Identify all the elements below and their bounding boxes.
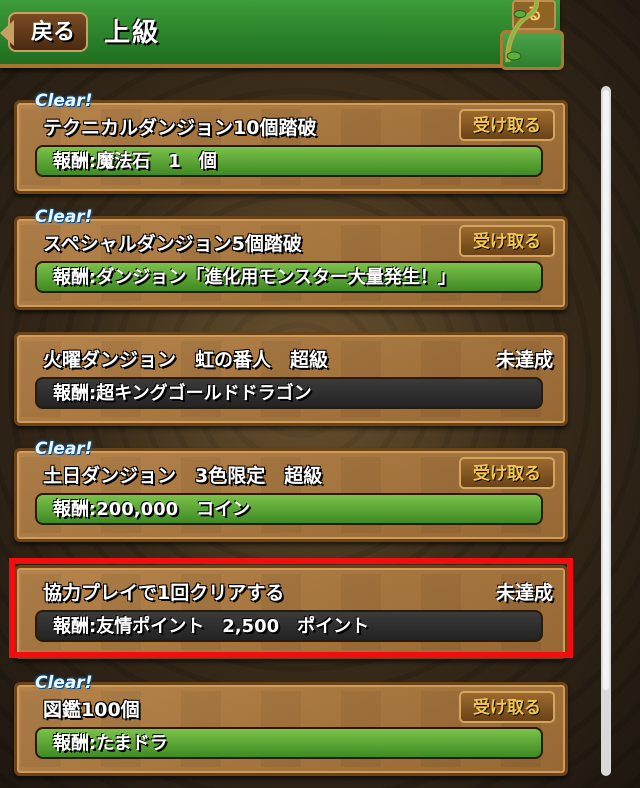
mission-title: スペシャルダンジョン5個踏破 xyxy=(43,233,302,255)
clear-badge: Clear! xyxy=(35,673,93,693)
page-title: 上級 xyxy=(104,18,161,48)
claim-button[interactable]: 受け取る xyxy=(459,109,555,141)
reward-bar: 報酬:ダンジョン「進化用モンスター大量発生！」 xyxy=(35,261,543,293)
scrollbar-thumb[interactable] xyxy=(603,90,609,690)
mission-card: Clear! テクニカルダンジョン10個踏破 受け取る 報酬:魔法石 1 個 xyxy=(14,91,568,194)
mission-card: 火曜ダンジョン 虹の番人 超級 未達成 報酬:超キングゴールドドラゴン xyxy=(14,332,568,426)
claim-button[interactable]: 受け取る xyxy=(459,457,555,489)
clear-badge: Clear! xyxy=(35,207,93,227)
status-incomplete: 未達成 xyxy=(495,349,553,371)
back-button[interactable]: 戻る xyxy=(0,12,88,52)
mission-title: 土日ダンジョン 3色限定 超級 xyxy=(43,465,323,487)
clear-badge: Clear! xyxy=(35,91,93,111)
reward-bar: 報酬:200,000 コイン xyxy=(35,493,543,525)
reward-bar: 報酬:魔法石 1 個 xyxy=(35,145,543,177)
mission-card: Clear! 土日ダンジョン 3色限定 超級 受け取る 報酬:200,000 コ… xyxy=(14,439,568,542)
claim-button[interactable]: 受け取る xyxy=(459,225,555,257)
mission-card: Clear! 図鑑100個 受け取る 報酬:たまドラ xyxy=(14,673,568,776)
mission-title: 図鑑100個 xyxy=(43,699,140,721)
vine-ornament-icon xyxy=(505,0,539,63)
highlight-box xyxy=(9,558,573,658)
header-bar: 戻る 上級 xyxy=(0,0,560,68)
clear-badge: Clear! xyxy=(35,439,93,459)
mission-title: テクニカルダンジョン10個踏破 xyxy=(43,117,317,139)
reward-bar: 報酬:超キングゴールドドラゴン xyxy=(35,377,543,409)
mission-card: Clear! スペシャルダンジョン5個踏破 受け取る 報酬:ダンジョン「進化用モ… xyxy=(14,207,568,310)
claim-button[interactable]: 受け取る xyxy=(459,691,555,723)
reward-bar: 報酬:たまドラ xyxy=(35,727,543,759)
mission-title: 火曜ダンジョン 虹の番人 超級 xyxy=(43,349,329,371)
